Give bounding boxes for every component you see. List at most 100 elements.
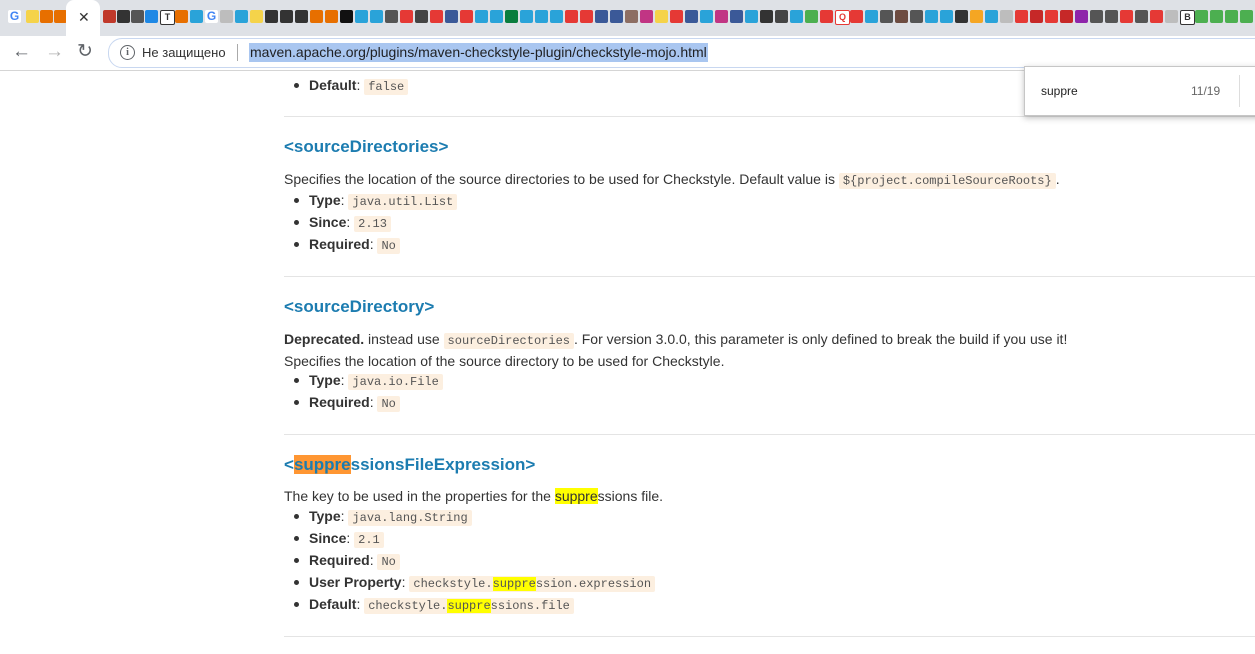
section-title-source-directories[interactable]: <sourceDirectories> <box>284 137 448 157</box>
tab-favicon[interactable] <box>580 10 593 23</box>
tab-favicon[interactable] <box>117 10 130 23</box>
tab-favicon[interactable] <box>1165 10 1178 23</box>
tab-favicon[interactable]: B <box>1180 10 1195 25</box>
tab-favicon[interactable] <box>640 10 653 23</box>
tab-favicon[interactable] <box>385 10 398 23</box>
tab-favicon[interactable] <box>340 10 353 23</box>
tab-favicon[interactable] <box>700 10 713 23</box>
tab-favicon[interactable] <box>715 10 728 23</box>
tab-favicon[interactable] <box>595 10 608 23</box>
tab-favicon[interactable] <box>745 10 758 23</box>
tab-strip: G ✕ T G Q B <box>0 0 1255 36</box>
list-item: Required: No <box>284 391 443 413</box>
info-icon[interactable]: i <box>120 45 135 60</box>
tab-favicon[interactable] <box>310 10 323 23</box>
tab-favicon[interactable] <box>1105 10 1118 23</box>
find-input[interactable]: suppre <box>1041 84 1078 98</box>
tab-favicon[interactable] <box>1060 10 1073 23</box>
tab-favicon[interactable] <box>790 10 803 23</box>
tab-favicon[interactable] <box>145 10 158 23</box>
tab-favicon-bulb[interactable] <box>26 10 39 23</box>
tab-favicon[interactable] <box>685 10 698 23</box>
tab-favicon[interactable] <box>730 10 743 23</box>
tab-favicon[interactable] <box>1000 10 1013 23</box>
tab-favicon[interactable] <box>175 10 188 23</box>
tab-favicon[interactable] <box>190 10 203 23</box>
tab-favicon[interactable] <box>880 10 893 23</box>
deprecation-note: Deprecated. instead use sourceDirectorie… <box>284 331 1068 349</box>
tab-favicon[interactable] <box>610 10 623 23</box>
tab-favicon[interactable] <box>1045 10 1058 23</box>
tab-favicon[interactable] <box>520 10 533 23</box>
reload-icon[interactable]: ↻ <box>77 42 93 62</box>
tab-favicon[interactable] <box>415 10 428 23</box>
tab-favicon[interactable] <box>910 10 923 23</box>
tab-favicon[interactable] <box>400 10 413 23</box>
tab-favicon[interactable] <box>1090 10 1103 23</box>
tab-favicon[interactable] <box>775 10 788 23</box>
section-divider <box>284 276 1255 277</box>
tab-favicon[interactable] <box>850 10 863 23</box>
tab-favicon[interactable] <box>1210 10 1223 23</box>
tab-favicon-google[interactable]: G <box>8 10 21 23</box>
back-arrow-icon[interactable]: ← <box>12 42 31 62</box>
tab-favicon[interactable] <box>460 10 473 23</box>
tab-favicon[interactable] <box>895 10 908 23</box>
tab-favicon-java[interactable] <box>40 10 53 23</box>
tab-favicon[interactable] <box>955 10 968 23</box>
tab-favicon[interactable] <box>985 10 998 23</box>
tab-favicon[interactable] <box>1015 10 1028 23</box>
tab-favicon[interactable] <box>550 10 563 23</box>
tab-favicon[interactable] <box>103 10 116 23</box>
forward-arrow-icon[interactable]: → <box>45 42 64 62</box>
tab-favicon[interactable] <box>1030 10 1043 23</box>
tab-favicon[interactable] <box>565 10 578 23</box>
tab-favicon[interactable] <box>250 10 263 23</box>
security-status[interactable]: Не защищено <box>142 45 226 60</box>
url-text[interactable]: maven.apache.org/plugins/maven-checkstyl… <box>249 43 708 62</box>
tab-favicon[interactable] <box>760 10 773 23</box>
tab-favicon[interactable] <box>820 10 833 23</box>
tab-favicon[interactable]: T <box>160 10 175 25</box>
tab-favicon[interactable] <box>295 10 308 23</box>
tab-favicon[interactable] <box>670 10 683 23</box>
tab-favicon[interactable] <box>355 10 368 23</box>
tab-favicon[interactable] <box>490 10 503 23</box>
tab-favicon[interactable] <box>865 10 878 23</box>
section-title-source-directory[interactable]: <sourceDirectory> <box>284 297 434 317</box>
tab-favicon[interactable] <box>220 10 233 23</box>
section-description: Specifies the location of the source dir… <box>284 171 1060 189</box>
tab-favicon[interactable] <box>1120 10 1133 23</box>
tab-favicon[interactable]: Q <box>835 10 850 25</box>
tab-favicon[interactable] <box>1195 10 1208 23</box>
tab-favicon[interactable] <box>1075 10 1088 23</box>
tab-favicon[interactable] <box>805 10 818 23</box>
tab-favicon[interactable] <box>625 10 638 23</box>
tab-favicon[interactable] <box>280 10 293 23</box>
close-tab-icon[interactable]: ✕ <box>78 9 90 26</box>
tab-favicon[interactable] <box>131 10 144 23</box>
section-title-suppressions-file-expression[interactable]: <suppressionsFileExpression> <box>284 455 535 475</box>
tab-favicon[interactable] <box>370 10 383 23</box>
tab-favicon[interactable] <box>430 10 443 23</box>
tab-favicon[interactable]: G <box>205 10 218 23</box>
tab-favicon[interactable] <box>655 10 668 23</box>
tab-favicon[interactable] <box>1225 10 1238 23</box>
tab-favicon[interactable] <box>505 10 518 23</box>
property-list: Type: java.lang.String Since: 2.1 Requir… <box>284 505 656 615</box>
tab-favicon[interactable] <box>1240 10 1253 23</box>
tab-favicon[interactable] <box>445 10 458 23</box>
find-bar: suppre 11/19 <box>1024 66 1255 116</box>
tab-favicon[interactable] <box>970 10 983 23</box>
tab-favicon[interactable] <box>475 10 488 23</box>
tab-favicon[interactable] <box>925 10 938 23</box>
tab-favicon[interactable] <box>535 10 548 23</box>
active-tab[interactable]: ✕ <box>66 0 100 36</box>
tab-favicon[interactable] <box>265 10 278 23</box>
tab-favicon[interactable] <box>940 10 953 23</box>
tab-favicon[interactable] <box>325 10 338 23</box>
tab-favicon[interactable] <box>235 10 248 23</box>
tab-favicon[interactable] <box>1150 10 1163 23</box>
tab-favicon[interactable] <box>1135 10 1148 23</box>
address-bar[interactable]: i Не защищено maven.apache.org/plugins/m… <box>108 38 1255 68</box>
